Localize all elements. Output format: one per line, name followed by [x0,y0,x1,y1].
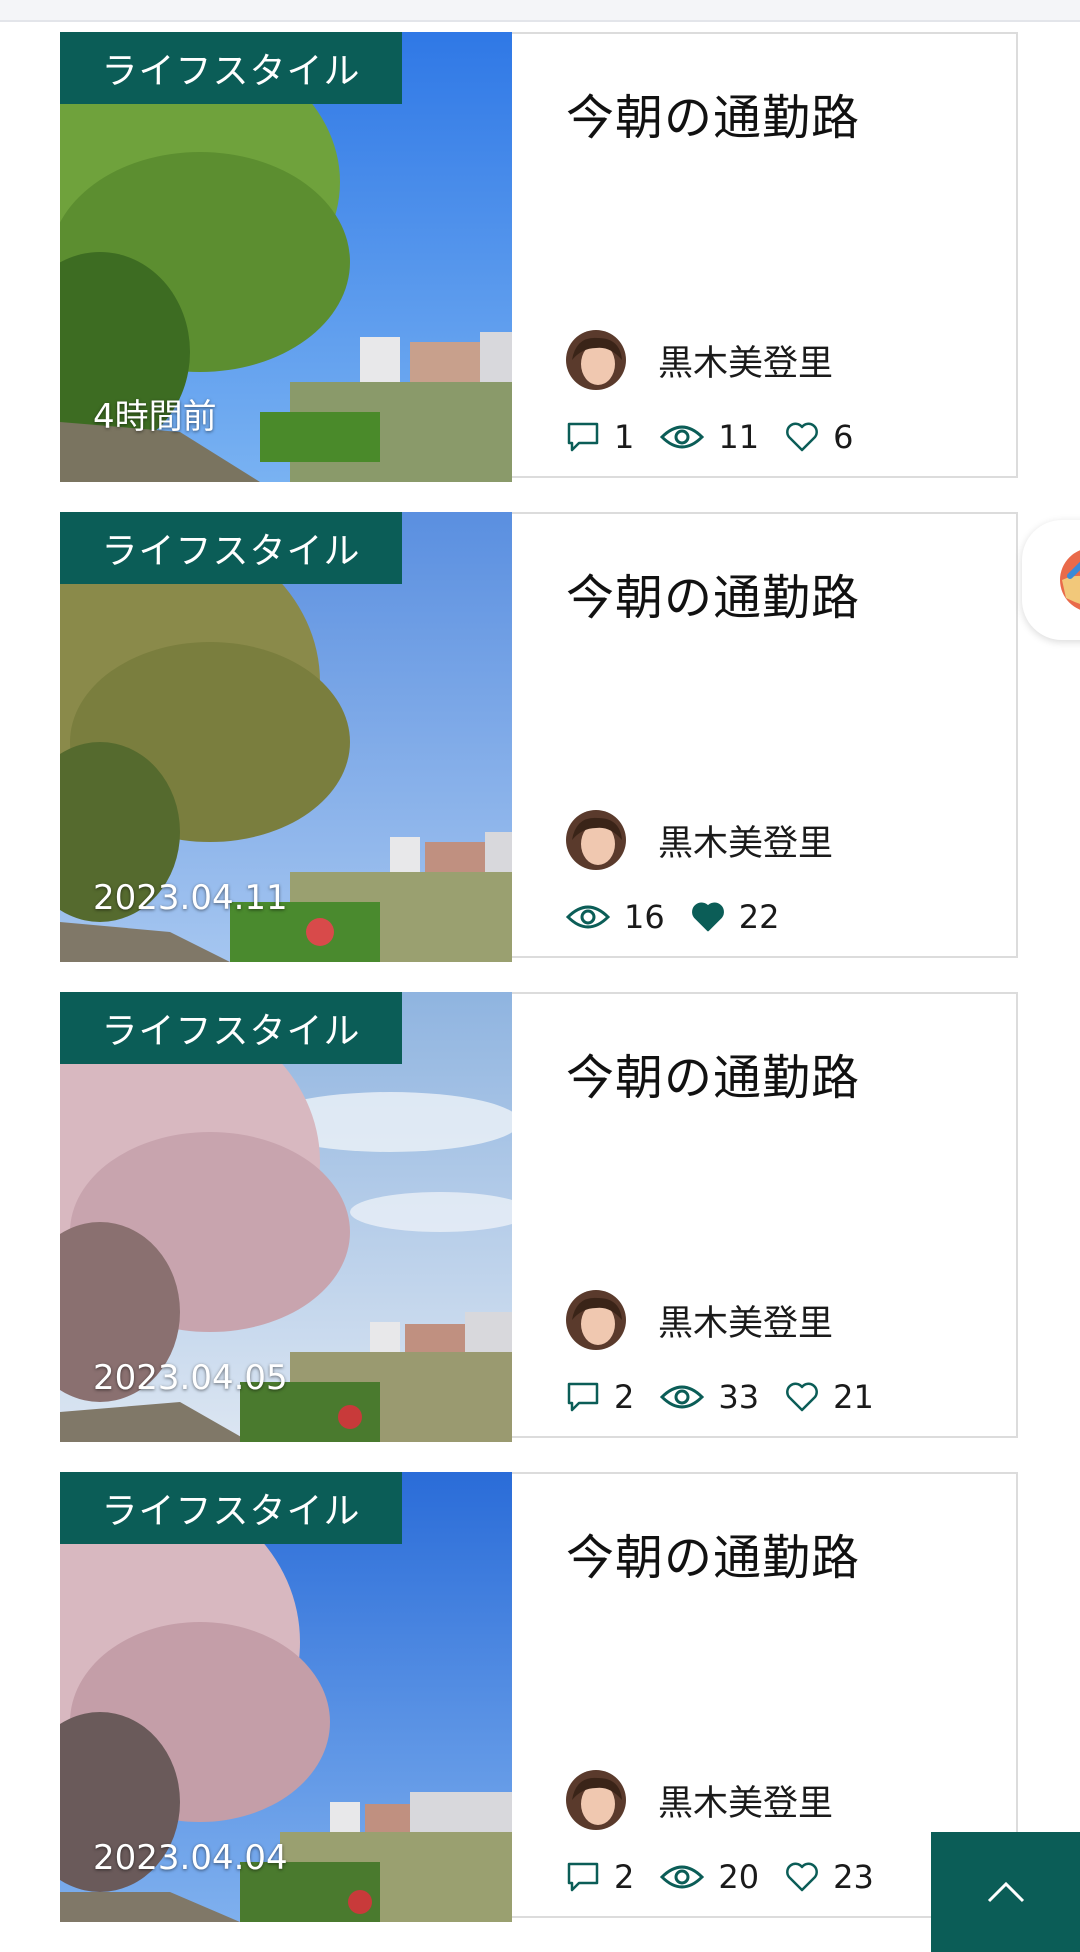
post-thumbnail[interactable]: ライフスタイル 2023.04.11 [60,512,512,962]
post-time: 2023.04.04 [93,1838,288,1878]
post-stats: 1 11 6 [566,418,879,456]
post-card[interactable]: ライフスタイル 2023.04.11 今朝の通勤路 黒木美登里 16 22 [60,512,1018,962]
like-count[interactable]: 22 [691,898,779,936]
like-count[interactable]: 21 [785,1378,874,1416]
comment-count: 2 [566,1858,634,1896]
post-title[interactable]: 今朝の通勤路 [566,1038,860,1108]
comment-icon [567,422,599,452]
post-stats: 16 22 [566,898,805,936]
top-bar [0,0,1080,22]
category-badge: ライフスタイル [60,992,402,1064]
post-thumbnail[interactable]: ライフスタイル 2023.04.05 [60,992,512,1442]
heart-icon [786,1382,818,1412]
author-name: 黒木美登里 [658,823,834,864]
author-row[interactable]: 黒木美登里 [566,330,833,390]
eye-icon [660,1385,705,1409]
author-name: 黒木美登里 [658,343,834,384]
comment-icon [567,1382,599,1412]
post-card[interactable]: ライフスタイル 4時間前 今朝の通勤路 黒木美登里 1 11 6 [60,32,1018,482]
author-name: 黒木美登里 [658,1303,834,1344]
avatar [566,330,626,390]
category-badge: ライフスタイル [60,1472,402,1544]
author-row[interactable]: 黒木美登里 [566,1770,833,1830]
eye-icon [566,905,610,929]
view-count: 11 [660,418,759,456]
back-to-top-button[interactable] [931,1832,1080,1952]
post-thumbnail[interactable]: ライフスタイル 4時間前 [60,32,512,482]
post-thumbnail[interactable]: ライフスタイル 2023.04.04 [60,1472,512,1922]
post-time: 4時間前 [93,397,217,437]
floating-assistant-button[interactable] [1022,520,1080,640]
post-card[interactable]: ライフスタイル 2023.04.04 今朝の通勤路 黒木美登里 2 20 23 [60,1472,1018,1922]
heart-icon [786,422,818,452]
category-badge: ライフスタイル [60,32,402,104]
post-card[interactable]: ライフスタイル 2023.04.05 今朝の通勤路 黒木美登里 2 33 21 [60,992,1018,1442]
category-badge: ライフスタイル [60,512,402,584]
post-title[interactable]: 今朝の通勤路 [566,1518,860,1588]
comment-count: 1 [566,418,634,456]
post-title[interactable]: 今朝の通勤路 [566,78,860,148]
like-count[interactable]: 6 [785,418,853,456]
view-count: 20 [660,1858,759,1896]
view-count: 33 [660,1378,759,1416]
heart-icon [691,902,724,932]
brush-icon [1060,550,1080,610]
avatar [566,810,626,870]
post-title[interactable]: 今朝の通勤路 [566,558,860,628]
eye-icon [660,425,705,449]
author-name: 黒木美登里 [658,1783,834,1824]
heart-icon [786,1862,818,1892]
eye-icon [660,1865,705,1889]
post-time: 2023.04.11 [93,878,288,918]
author-row[interactable]: 黒木美登里 [566,810,833,870]
chevron-up-icon [987,1881,1024,1903]
avatar [566,1290,626,1350]
post-stats: 2 33 21 [566,1378,900,1416]
post-time: 2023.04.05 [93,1358,288,1398]
author-row[interactable]: 黒木美登里 [566,1290,833,1350]
like-count[interactable]: 23 [785,1858,874,1896]
comment-icon [567,1862,599,1892]
post-stats: 2 20 23 [566,1858,900,1896]
view-count: 16 [566,898,665,936]
avatar [566,1770,626,1830]
comment-count: 2 [566,1378,634,1416]
